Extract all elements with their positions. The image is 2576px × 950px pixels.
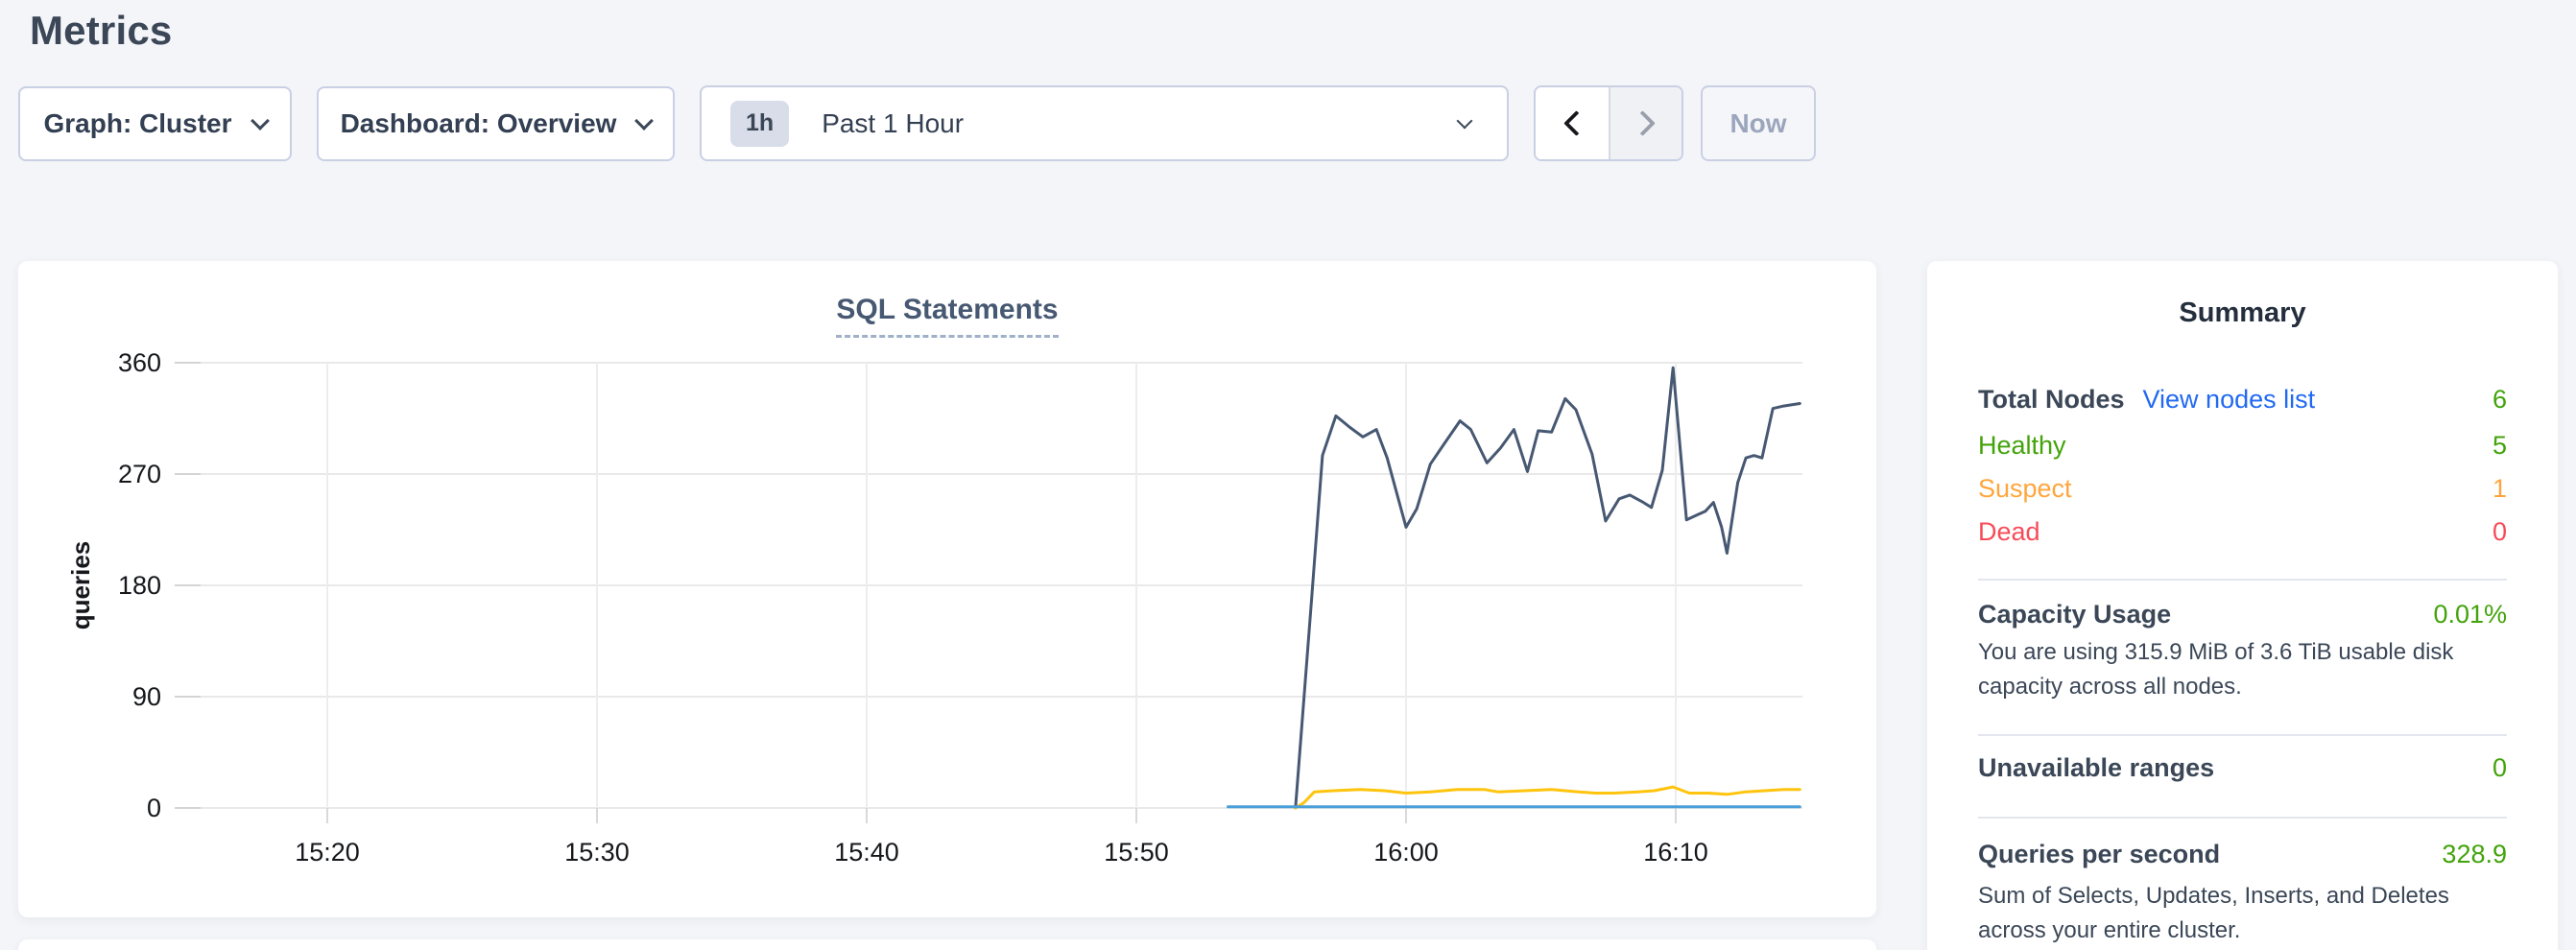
x-tick-label: 15:40 [834,838,899,867]
sql-statements-card: SQL Statements 09018027036015:2015:3015:… [18,261,1876,917]
chevron-down-icon [1457,112,1473,129]
time-back-button[interactable] [1536,87,1609,159]
time-pager [1534,85,1683,161]
healthy-label: Healthy [1978,430,2066,461]
suspect-value: 1 [2493,473,2507,504]
page-title: Metrics [30,8,172,54]
dead-value: 0 [2493,516,2507,547]
capacity-usage-value: 0.01% [2433,599,2507,629]
y-axis-label: queries [66,541,95,630]
time-range-badge: 1h [730,101,789,147]
queries-per-second-row: Queries per second 328.9 [1978,839,2507,869]
x-tick-label: 15:30 [564,838,630,867]
total-nodes-row: Total Nodes View nodes list 6 [1978,384,2507,415]
y-tick-label: 180 [118,571,161,600]
time-range-picker[interactable]: 1h Past 1 Hour [700,85,1509,161]
graph-dropdown[interactable]: Graph: Cluster [18,86,292,161]
next-chart-card [18,939,1876,950]
y-tick-label: 360 [118,348,161,377]
suspect-nodes-row: Suspect 1 [1978,473,2507,504]
dead-label: Dead [1978,516,2040,547]
time-range-label: Past 1 Hour [822,108,1459,139]
unavailable-ranges-row: Unavailable ranges 0 [1978,752,2507,783]
series-statements-yellow [1296,787,1801,808]
divider [1978,817,2507,819]
dashboard-dropdown[interactable]: Dashboard: Overview [317,86,675,161]
y-tick-label: 0 [147,794,161,822]
capacity-usage-description: You are using 315.9 MiB of 3.6 TiB usabl… [1978,635,2512,704]
total-nodes-label: Total Nodes [1978,384,2125,415]
divider [1978,579,2507,581]
now-button[interactable]: Now [1701,85,1816,161]
total-nodes-value: 6 [2493,384,2507,415]
capacity-usage-label: Capacity Usage [1978,599,2171,629]
x-tick-label: 16:10 [1643,838,1708,867]
y-tick-label: 90 [132,682,161,711]
chevron-left-icon [1563,110,1589,136]
y-tick-label: 270 [118,460,161,488]
capacity-usage-row: Capacity Usage 0.01% [1978,599,2507,629]
view-nodes-list-link[interactable]: View nodes list [2143,384,2316,415]
divider [1978,734,2507,736]
sql-statements-chart: 0 90 180 270 360 15:20 15:30 15:40 15:50 16:00 16:… [18,261,1876,917]
queries-per-second-label: Queries per second [1978,839,2220,869]
chevron-down-icon [635,111,655,131]
suspect-label: Suspect [1978,473,2072,504]
dead-nodes-row: Dead 0 [1978,516,2507,547]
unavailable-ranges-value: 0 [2493,752,2507,783]
summary-title: Summary [1927,297,2558,329]
healthy-nodes-row: Healthy 5 [1978,430,2507,461]
queries-per-second-description: Sum of Selects, Updates, Inserts, and De… [1978,879,2512,948]
unavailable-ranges-label: Unavailable ranges [1978,752,2214,783]
chevron-right-icon [1630,110,1656,136]
time-forward-button[interactable] [1609,87,1682,159]
series-statements-navy [1296,368,1801,808]
queries-per-second-value: 328.9 [2442,839,2507,869]
x-tick-label: 16:00 [1373,838,1439,867]
graph-dropdown-label: Graph: Cluster [43,108,231,139]
x-tick-label: 15:50 [1104,838,1169,867]
dashboard-dropdown-label: Dashboard: Overview [341,108,617,139]
healthy-value: 5 [2493,430,2507,461]
summary-card: Summary Total Nodes View nodes list 6 He… [1927,261,2558,950]
chevron-down-icon [250,111,270,131]
x-tick-label: 15:20 [295,838,360,867]
